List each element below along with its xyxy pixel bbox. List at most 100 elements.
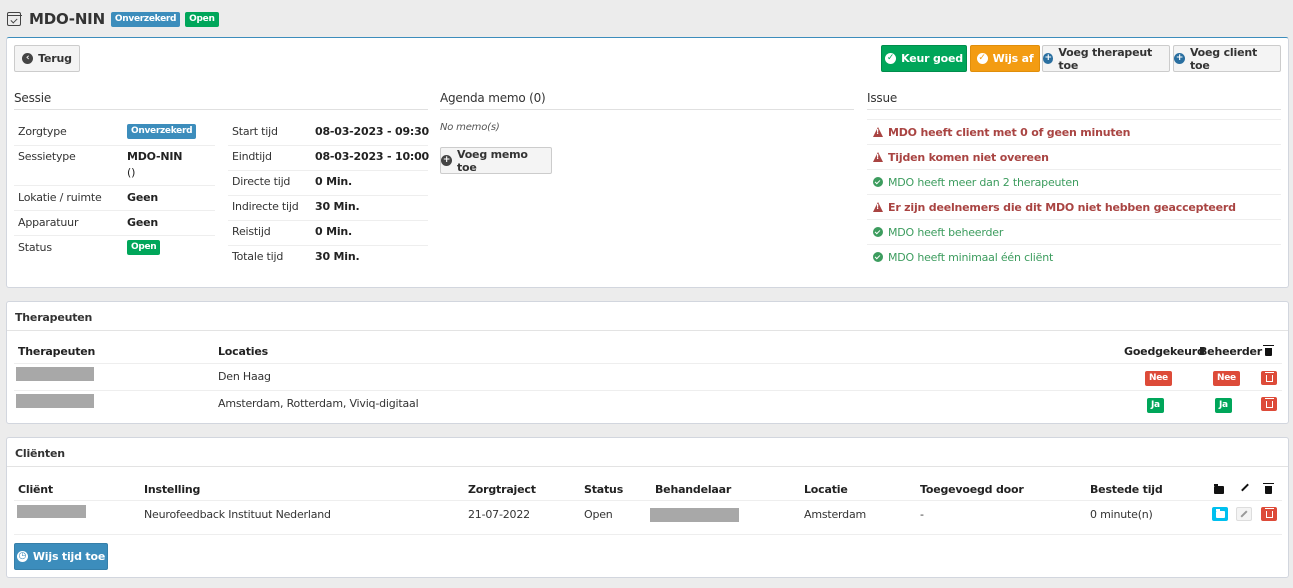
check-circle-icon [873, 227, 883, 237]
memo-empty: No memo(s) [440, 122, 500, 133]
trash-icon [1264, 397, 1274, 408]
col-locatie: Locatie [804, 483, 848, 496]
label-totaal: Totale tijd [232, 250, 284, 263]
issue-item: MDO heeft meer dan 2 therapeuten [867, 169, 1281, 194]
issue-text: MDO heeft client met 0 of geen minuten [888, 125, 1131, 139]
zorgtype-badge: Onverzekerd [127, 124, 197, 139]
edit-button[interactable] [1236, 507, 1252, 521]
plus-circle-icon: + [1174, 53, 1185, 64]
start-value: 08-03-2023 - 09:30 [315, 125, 430, 138]
delete-button[interactable] [1261, 397, 1277, 411]
label-eind: Eindtijd [232, 150, 272, 163]
sessie-heading: Sessie [14, 91, 428, 110]
col-zorgtraject: Zorgtraject [468, 483, 536, 496]
folder-icon [1215, 508, 1225, 518]
admin-badge: Ja [1215, 398, 1232, 413]
clients-title: Cliënten [7, 438, 1288, 467]
col-bestede: Bestede tijd [1090, 483, 1163, 496]
warning-icon [873, 127, 883, 137]
add-client-button[interactable]: + Voeg client toe [1173, 45, 1281, 72]
label-start: Start tijd [232, 125, 278, 138]
admin-badge: Nee [1213, 371, 1240, 386]
label-lokatie: Lokatie / ruimte [18, 191, 102, 204]
clock-icon: ◷ [16, 551, 28, 562]
label-direct: Directe tijd [232, 175, 291, 188]
totaal-value: 30 Min. [315, 250, 360, 263]
back-button[interactable]: ‹ Terug [14, 45, 80, 72]
trash-icon [1263, 345, 1274, 356]
session-panel: ‹ Terug ✓ Keur goed ✓ Wijs af + Voeg therape… [6, 37, 1289, 288]
row-instelling: Neurofeedback Instituut Nederland [144, 508, 331, 521]
check-circle-icon: ✓ [885, 53, 897, 64]
issue-text: MDO heeft minimaal één cliënt [888, 250, 1054, 264]
page-header: MDO-NIN Onverzekerd Open [6, 9, 219, 29]
col-toegevoegd: Toegevoegd door [920, 483, 1024, 496]
calendar-check-icon [6, 12, 22, 26]
plus-circle-icon: + [1043, 53, 1054, 64]
sessietype-sub: () [127, 166, 136, 179]
issue-text: Tijden komen niet overeen [888, 150, 1049, 164]
issue-text: MDO heeft beheerder [888, 225, 1004, 239]
eind-value: 08-03-2023 - 10:00 [315, 150, 430, 163]
reject-button[interactable]: ✓ Wijs af [970, 45, 1040, 72]
page-title: MDO-NIN [29, 10, 105, 28]
row-bestede: 0 minute(n) [1090, 508, 1153, 521]
redacted-client [17, 505, 86, 518]
check-circle-icon [873, 177, 883, 187]
row-locatie: Amsterdam [804, 508, 867, 521]
add-memo-button[interactable]: + Voeg memo toe [440, 147, 552, 174]
delete-button[interactable] [1261, 371, 1277, 385]
col-beheerder: Beheerder [1199, 345, 1262, 358]
col-therapeuten: Therapeuten [18, 345, 96, 358]
add-therapist-button[interactable]: + Voeg therapeut toe [1042, 45, 1170, 72]
label-apparatuur: Apparatuur [18, 216, 79, 229]
approved-badge: Ja [1147, 398, 1164, 413]
redacted-behandelaar [650, 508, 739, 522]
therapists-panel: Therapeuten Therapeuten Locaties Goedgek… [6, 301, 1289, 424]
col-locaties: Locaties [218, 345, 268, 358]
redacted-name [16, 367, 94, 381]
row-locations: Amsterdam, Rotterdam, Viviq-digitaal [218, 397, 419, 410]
col-behandelaar: Behandelaar [655, 483, 732, 496]
label-sessietype: Sessietype [18, 150, 76, 163]
lokatie-value: Geen [127, 191, 158, 204]
delete-button[interactable] [1261, 507, 1277, 521]
session-status-badge: Open [127, 240, 161, 255]
row-zorgtraject: 21-07-2022 [468, 508, 530, 521]
issue-item: Er zijn deelnemers die dit MDO niet hebb… [867, 194, 1281, 219]
row-locations: Den Haag [218, 370, 271, 383]
pencil-icon [1240, 510, 1248, 518]
col-goedgekeurd: Goedgekeurd [1124, 345, 1205, 358]
trash-icon [1264, 507, 1274, 518]
label-status: Status [18, 241, 52, 254]
check-circle-icon: ✓ [976, 53, 988, 64]
trash-icon [1263, 483, 1274, 494]
memo-heading: Agenda memo (0) [440, 91, 854, 110]
row-toegevoegd: - [920, 508, 924, 521]
redacted-name [16, 394, 94, 408]
warning-icon [873, 152, 883, 162]
sessietype-value: MDO-NIN [127, 150, 183, 163]
issue-item: MDO heeft beheerder [867, 219, 1281, 244]
arrow-left-icon: ‹ [22, 53, 34, 64]
issue-item: Tijden komen niet overeen [867, 144, 1281, 169]
issue-text: Er zijn deelnemers die dit MDO niet hebb… [888, 200, 1236, 214]
approve-button[interactable]: ✓ Keur goed [881, 45, 967, 72]
issue-item: MDO heeft client met 0 of geen minuten [867, 119, 1281, 144]
clients-panel: Cliënten Cliënt Instelling Zorgtraject S… [6, 437, 1289, 578]
therapists-title: Therapeuten [7, 302, 1288, 331]
warning-icon [873, 202, 883, 212]
approved-badge: Nee [1145, 371, 1172, 386]
folder-button[interactable] [1212, 507, 1228, 521]
plus-circle-icon: + [441, 155, 452, 166]
direct-value: 0 Min. [315, 175, 353, 188]
trash-icon [1264, 371, 1274, 382]
assign-time-button[interactable]: ◷ Wijs tijd toe [14, 543, 108, 570]
row-status: Open [584, 508, 613, 521]
type-badge: Onverzekerd [110, 11, 181, 27]
check-circle-icon [873, 252, 883, 262]
label-indirect: Indirecte tijd [232, 200, 299, 213]
apparatuur-value: Geen [127, 216, 158, 229]
folder-icon [1214, 484, 1224, 494]
issue-heading: Issue [867, 91, 1281, 110]
